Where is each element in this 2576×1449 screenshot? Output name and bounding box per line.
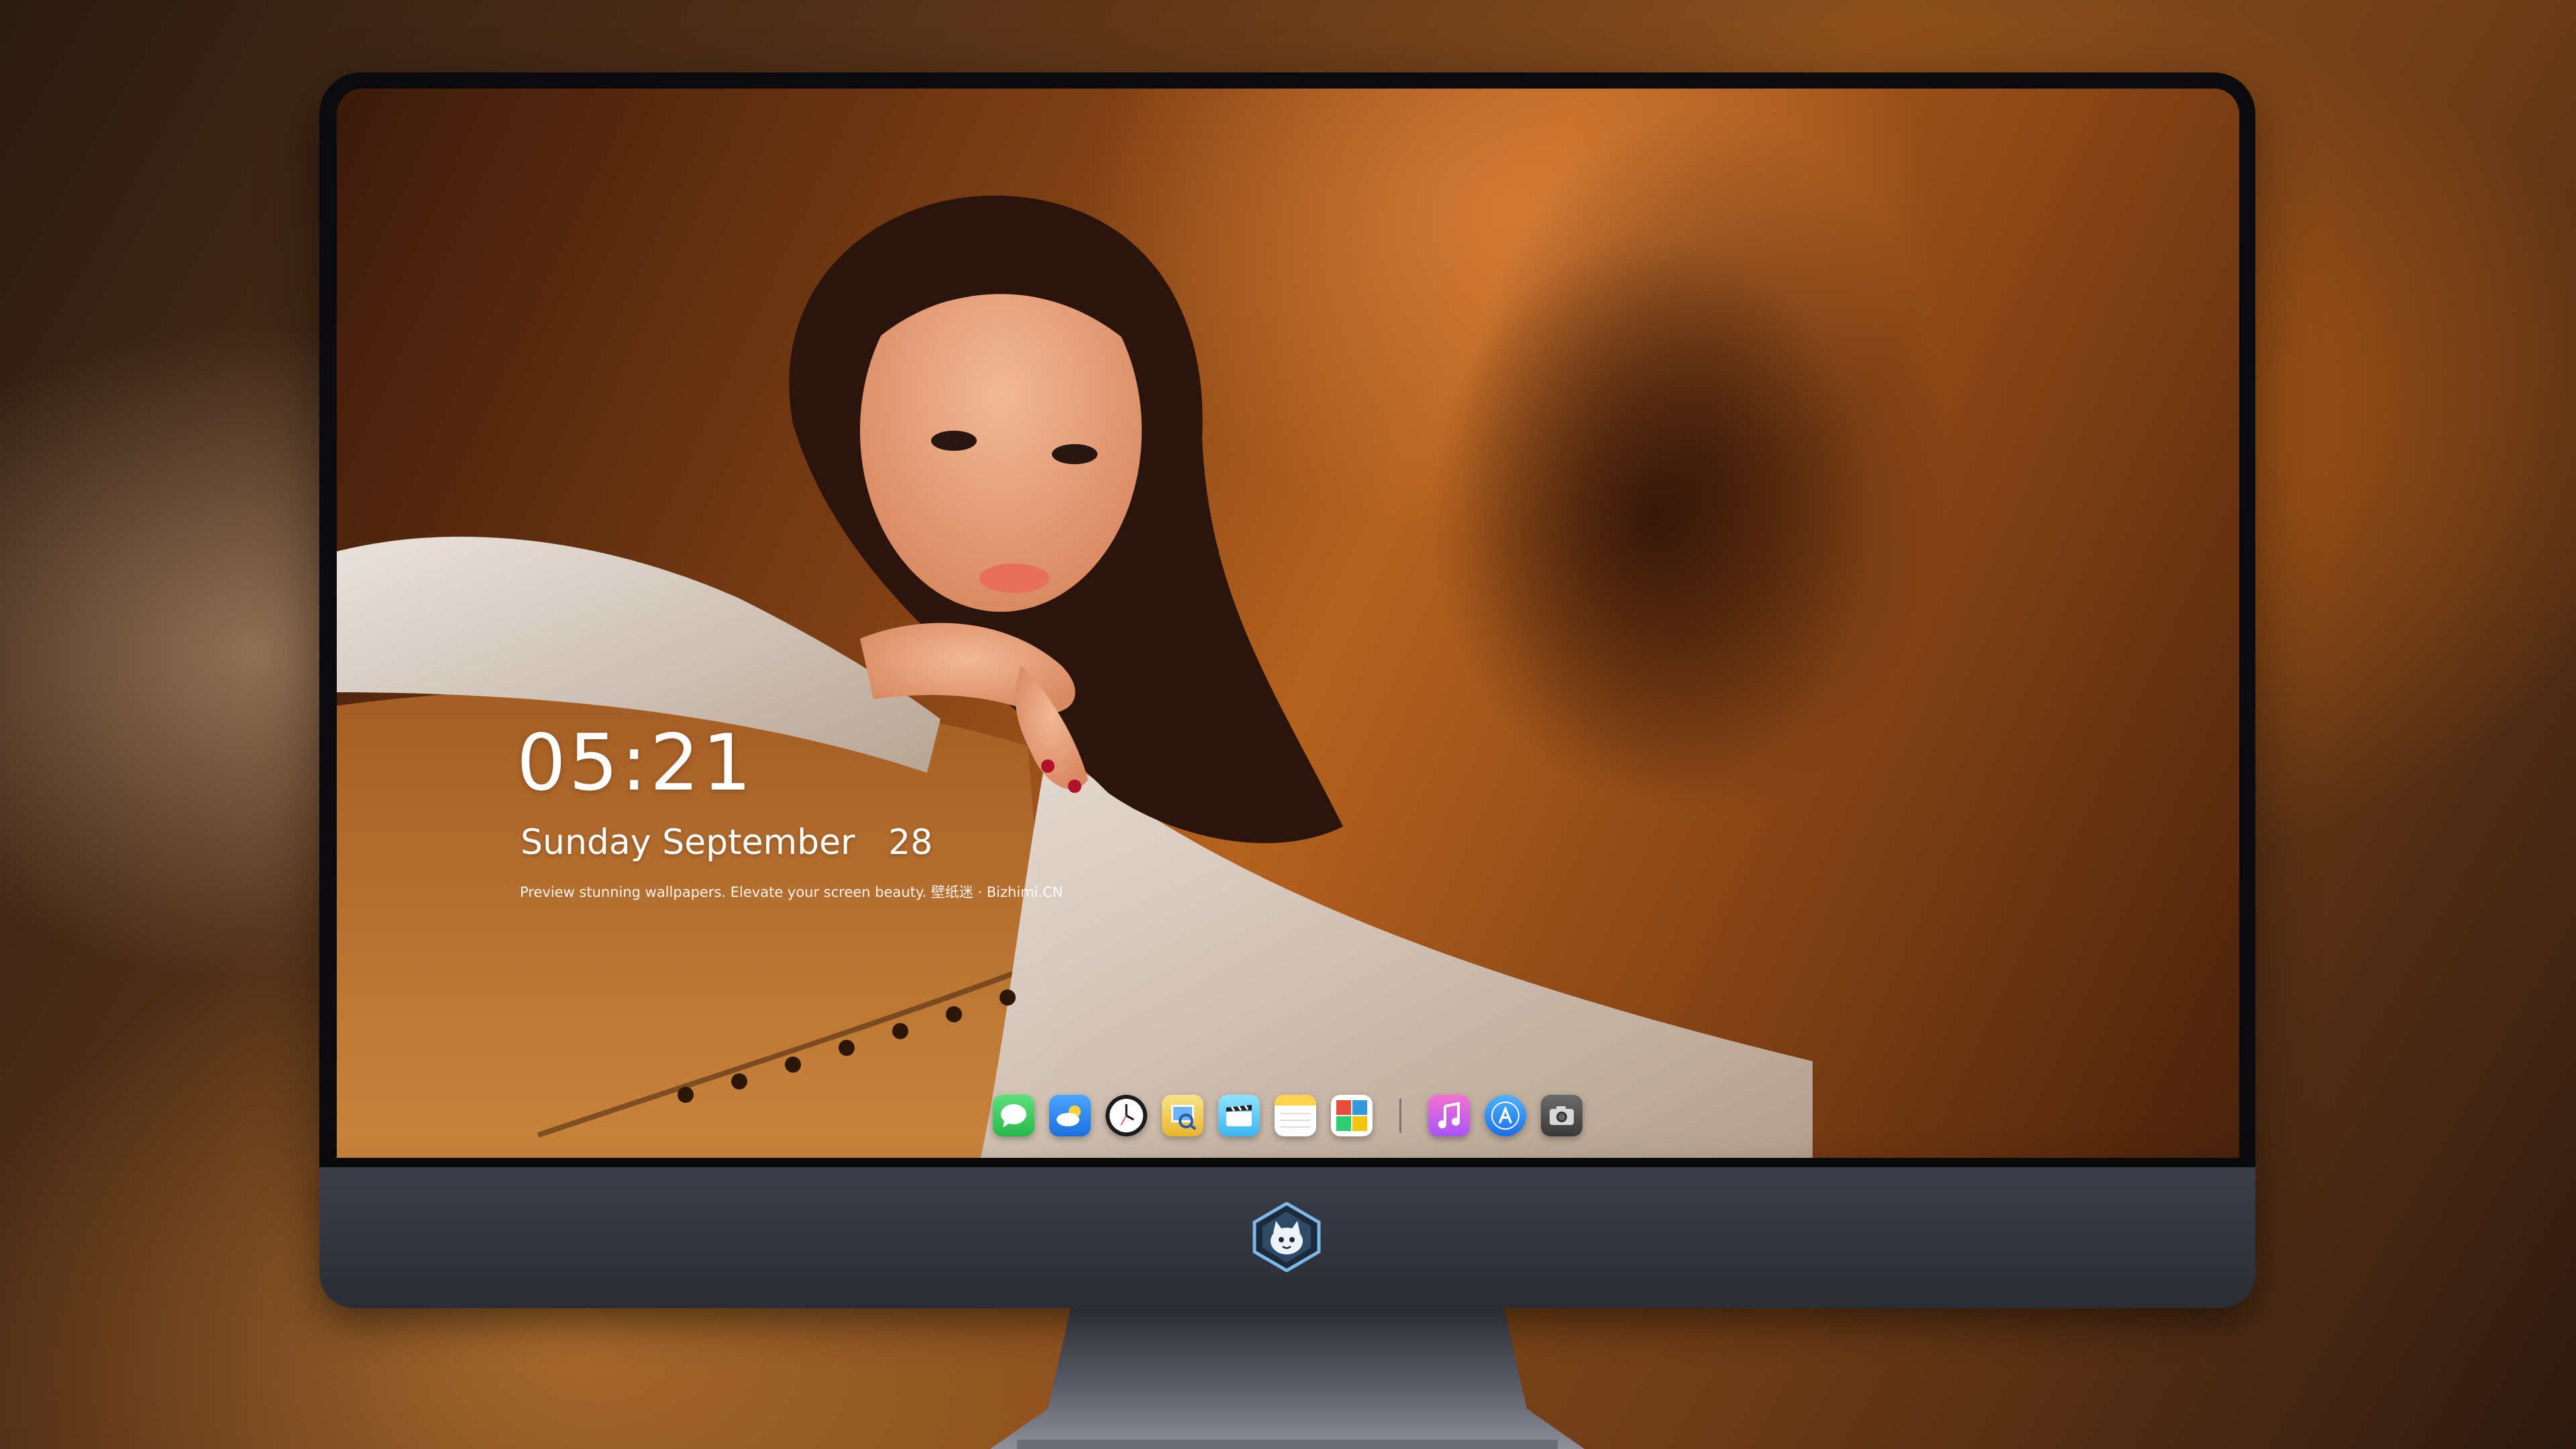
dock <box>986 1082 1591 1149</box>
wallpaper-image <box>337 195 1873 1158</box>
monitor-stand <box>990 1308 1585 1449</box>
preview-icon[interactable] <box>1162 1095 1203 1136</box>
photo-booth-icon[interactable] <box>1331 1095 1373 1136</box>
screenshot-icon[interactable] <box>1541 1095 1582 1136</box>
lockscreen-date: Sunday September 28 <box>521 822 933 863</box>
messages-icon[interactable] <box>993 1095 1034 1136</box>
clock-icon[interactable] <box>1106 1095 1147 1136</box>
weather-icon[interactable] <box>1049 1095 1091 1136</box>
clips-icon[interactable] <box>1218 1095 1260 1136</box>
itunes-icon[interactable] <box>1428 1095 1470 1136</box>
monitor-bezel <box>319 72 2255 1167</box>
cat-mascot-logo-icon <box>1252 1202 1321 1272</box>
lockscreen-time: 05:21 <box>517 718 755 808</box>
desktop-screen <box>337 89 2239 1158</box>
monitor-chin <box>319 1167 2255 1308</box>
notes-icon[interactable] <box>1275 1095 1316 1136</box>
app-store-icon[interactable] <box>1485 1095 1526 1136</box>
lockscreen-caption: Preview stunning wallpapers. Elevate you… <box>520 884 1063 900</box>
dock-separator <box>1399 1098 1401 1133</box>
